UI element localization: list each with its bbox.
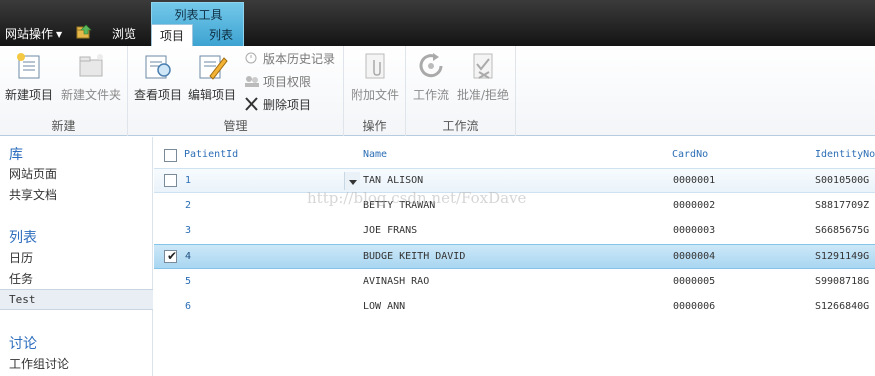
approve-reject-button[interactable]: 批准/拒绝: [454, 50, 512, 103]
site-actions-menu[interactable]: 网站操作 ▼: [5, 25, 62, 42]
tab-browse[interactable]: 浏览: [112, 25, 136, 42]
view-item-button[interactable]: 查看项目: [133, 50, 183, 103]
table-row[interactable]: 3 JOE FRANS 0000003 S6685675G: [154, 219, 875, 244]
ribbon: 新建项目 新建文件夹 新建 管理 查看项目 编辑项目 版本历史记录 项目权限 删…: [0, 46, 875, 136]
nav-item-calendar[interactable]: 日历: [9, 249, 33, 266]
ribbon-group-workflow-label: 工作流: [442, 119, 479, 133]
checkmark-icon: ✔: [167, 249, 178, 263]
row-patient-id[interactable]: 5: [185, 276, 191, 287]
new-item-button[interactable]: 新建项目: [4, 50, 54, 103]
workflow-icon: [419, 53, 443, 78]
view-item-icon: [145, 55, 171, 79]
nav-item-team-discussion[interactable]: 工作组讨论: [9, 355, 69, 372]
ribbon-group-new: 新建项目 新建文件夹 新建: [0, 46, 128, 136]
workflows-label: 工作流: [412, 88, 449, 102]
row-checkbox[interactable]: [164, 174, 177, 187]
approve-reject-label: 批准/拒绝: [456, 88, 510, 102]
ribbon-group-new-label: 新建: [51, 119, 76, 133]
row-identity-no: S8817709Z: [815, 200, 870, 211]
new-folder-icon: [79, 54, 103, 77]
approve-reject-icon: [473, 53, 493, 79]
row-card-no: 0000003: [673, 225, 716, 236]
nav-item-test[interactable]: Test: [0, 289, 153, 310]
permissions-icon: [245, 76, 259, 87]
table-row[interactable]: ✔ 4 BUDGE KEITH DAVID 0000004 S1291149G: [154, 244, 875, 269]
ribbon-group-actions: 附加文件 操作: [344, 46, 406, 136]
row-patient-id[interactable]: 1: [185, 175, 191, 186]
row-identity-no: S9908718G: [815, 276, 870, 287]
new-folder-label: 新建文件夹: [60, 88, 121, 102]
row-name: TAN ALISON: [363, 175, 424, 186]
row-name: JOE FRANS: [363, 225, 418, 236]
row-card-no: 0000005: [673, 276, 716, 287]
delete-item-button[interactable]: 删除项目: [244, 96, 311, 113]
row-card-no: 0000004: [673, 251, 716, 262]
tab-list[interactable]: 列表: [198, 24, 244, 46]
item-permissions-button[interactable]: 项目权限: [244, 73, 311, 90]
row-patient-id[interactable]: 2: [185, 200, 191, 211]
nav-item-tasks[interactable]: 任务: [9, 270, 33, 287]
ribbon-group-workflow: 工作流 批准/拒绝 工作流: [406, 46, 516, 136]
context-group-title: 列表工具: [174, 8, 223, 22]
new-item-icon: [17, 53, 40, 79]
watermark: http://blog.csdn.net/FoxDave: [307, 189, 527, 207]
ribbon-group-manage-label: 管理: [223, 119, 248, 133]
ribbon-group-actions-label: 操作: [362, 119, 387, 133]
version-history-button[interactable]: 版本历史记录: [244, 50, 335, 67]
row-card-no: 0000001: [673, 175, 716, 186]
tab-items[interactable]: 项目: [151, 24, 193, 46]
nav-item-shared-documents[interactable]: 共享文档: [9, 186, 57, 203]
quick-launch-nav: 库 网站页面 共享文档 列表 日历 任务 Test 讨论 工作组讨论: [0, 137, 153, 376]
list-view-grid: PatientId Name CardNo IdentityNo 1 TAN A…: [154, 137, 875, 376]
caret-down-icon: ▼: [56, 30, 63, 39]
nav-item-site-pages[interactable]: 网站页面: [9, 165, 57, 182]
attach-file-button[interactable]: 附加文件: [350, 50, 400, 103]
row-patient-id[interactable]: 3: [185, 225, 191, 236]
edit-item-button[interactable]: 编辑项目: [187, 50, 237, 103]
view-item-label: 查看项目: [133, 88, 182, 102]
column-header-patientid[interactable]: PatientId: [184, 149, 238, 160]
edit-item-label: 编辑项目: [187, 88, 236, 102]
item-permissions-label: 项目权限: [263, 75, 312, 89]
row-card-no: 0000002: [673, 200, 716, 211]
attach-file-label: 附加文件: [350, 88, 399, 102]
table-row[interactable]: 6 LOW ANN 0000006 S1266840G: [154, 295, 875, 320]
nav-head-lists[interactable]: 列表: [9, 227, 37, 247]
select-all-checkbox[interactable]: [164, 149, 177, 162]
delete-icon: [245, 97, 258, 111]
version-history-label: 版本历史记录: [263, 52, 336, 66]
nav-head-discussions[interactable]: 讨论: [9, 333, 37, 353]
row-identity-no: S1266840G: [815, 301, 870, 312]
row-patient-id[interactable]: 6: [185, 301, 191, 312]
row-identity-no: S1291149G: [815, 251, 870, 262]
navigate-up-icon[interactable]: [76, 24, 92, 40]
nav-head-libraries[interactable]: 库: [9, 144, 23, 164]
item-menu-dropdown[interactable]: [344, 172, 360, 190]
table-row[interactable]: 5 AVINASH RAO 0000005 S9908718G: [154, 270, 875, 295]
row-name: BUDGE KEITH DAVID: [363, 251, 466, 262]
column-header-cardno[interactable]: CardNo: [672, 149, 708, 160]
attach-file-icon: [365, 53, 385, 79]
row-patient-id[interactable]: 4: [185, 251, 191, 262]
row-name: AVINASH RAO: [363, 276, 430, 287]
row-identity-no: S6685675G: [815, 225, 870, 236]
row-name: LOW ANN: [363, 301, 406, 312]
site-actions-label: 网站操作: [5, 27, 54, 41]
column-header-identityno[interactable]: IdentityNo: [815, 149, 875, 160]
top-bar: 网站操作 ▼ 浏览 列表工具 项目 列表: [0, 0, 875, 46]
row-checkbox[interactable]: ✔: [164, 249, 178, 263]
new-folder-button[interactable]: 新建文件夹: [60, 50, 122, 103]
row-identity-no: S0010500G: [815, 175, 870, 186]
version-history-icon: [245, 52, 257, 64]
new-item-label: 新建项目: [4, 88, 53, 102]
delete-item-label: 删除项目: [263, 98, 312, 112]
edit-item-icon: [199, 55, 228, 80]
workflows-button[interactable]: 工作流: [410, 50, 452, 103]
column-header-name[interactable]: Name: [363, 149, 387, 160]
row-card-no: 0000006: [673, 301, 716, 312]
